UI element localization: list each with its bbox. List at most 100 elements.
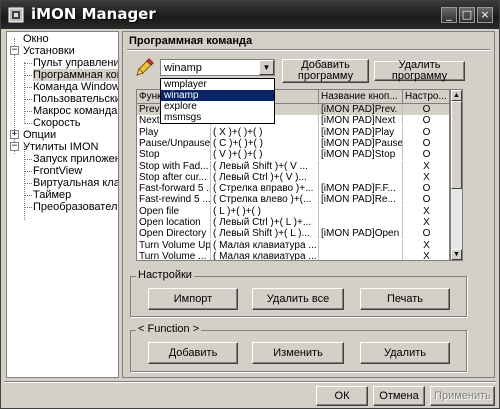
cell-setting: O: [403, 228, 449, 239]
delete-all-button[interactable]: Удалить все: [252, 288, 344, 310]
delete-function-button[interactable]: Удалить: [360, 342, 450, 364]
tree-item-settings[interactable]: Установки: [23, 45, 75, 57]
tree-line: [24, 207, 32, 208]
tree-item-frontview[interactable]: FrontView: [33, 165, 82, 177]
title-bar[interactable]: iMON Manager _ □ ×: [1, 1, 499, 29]
tree-item-program-command[interactable]: Программная команда: [33, 69, 118, 81]
settings-group-label: Настройки: [136, 269, 194, 281]
imon-app-icon: [8, 7, 24, 23]
tree-item-imon-utilities[interactable]: Утилиты IMON: [23, 141, 98, 153]
cell-function: Pause/Unpause: [139, 137, 211, 149]
cell-setting: X: [403, 240, 449, 251]
tree-line: [24, 63, 32, 64]
table-row[interactable]: Stop after cur...( Левый Ctrl )+( V )...…: [137, 171, 449, 183]
cell-button-name: [319, 217, 403, 228]
minimize-button[interactable]: _: [441, 7, 457, 23]
table-scrollbar[interactable]: ▲ ▼: [450, 89, 463, 261]
cancel-button[interactable]: Отмена: [373, 386, 425, 406]
tree-item-virtual-keyboard[interactable]: Виртуальная клав: [33, 177, 118, 189]
table-row[interactable]: Open file( L )+( )+( ) X: [137, 205, 449, 217]
chevron-down-icon[interactable]: ▼: [259, 60, 274, 75]
cell-button-name: [iMON PAD]Re...: [319, 194, 403, 206]
window-title: iMON Manager: [31, 5, 156, 23]
cell-function: Turn Volume ...: [137, 250, 211, 260]
table-row[interactable]: Fast-rewind 5 ...( Стрелка влево )+(...[…: [137, 194, 449, 206]
table-row[interactable]: Stop( V )+( )+( ) [iMON PAD]Stop O: [137, 149, 449, 161]
tree-item-window[interactable]: Окно: [23, 33, 49, 45]
cell-button-name: [iMON PAD]Next: [319, 115, 403, 127]
cell-function: Open Directory: [137, 228, 211, 240]
cell-function: Stop after cur...: [137, 171, 211, 183]
cell-button-name: [319, 239, 403, 251]
tree-item-options[interactable]: Опции: [23, 129, 56, 141]
table-row[interactable]: Open Directory( Левый Shift )+( L )... [i…: [137, 228, 449, 240]
column-header-setting[interactable]: Настро...: [403, 90, 449, 104]
table-row[interactable]: Open location( Левый Ctrl )+( L )+... X: [137, 217, 449, 228]
cell-button-name: [iMON PAD]Play: [319, 126, 403, 138]
tree-item-remote[interactable]: Пульт управления: [33, 57, 118, 69]
table-row[interactable]: Pause/Unpause( C )+( )+( ) [iMON PAD]Paus…: [137, 137, 449, 149]
cell-function: Stop: [137, 149, 211, 161]
tree-item-macro[interactable]: Макрос команда: [33, 105, 117, 117]
dropdown-option[interactable]: msmsgs: [161, 112, 274, 123]
apply-button[interactable]: Применить: [430, 386, 495, 406]
program-dropdown-list[interactable]: wmplayer winamp explore msmsgs: [160, 78, 275, 124]
maximize-button[interactable]: □: [459, 7, 475, 23]
cell-button-name: [319, 250, 403, 260]
print-button[interactable]: Печать: [360, 288, 450, 310]
imon-manager-window: iMON Manager _ □ × Окно − Установки Пуль…: [0, 0, 500, 409]
settings-tree[interactable]: Окно − Установки Пульт управления Програ…: [6, 31, 119, 378]
tree-line: [24, 87, 32, 88]
add-program-button[interactable]: Добавить программу: [282, 59, 369, 83]
table-row[interactable]: Stop with Fad...( Левый Shift )+( V ... X: [137, 160, 449, 172]
close-button[interactable]: ×: [477, 7, 493, 23]
table-row[interactable]: Turn Volume Up( Малая клавиатура ... X: [137, 239, 449, 251]
program-select[interactable]: winamp ▼: [160, 59, 275, 76]
dropdown-option[interactable]: explore: [161, 101, 274, 112]
cell-setting: X: [403, 251, 449, 260]
cell-key: ( Стрелка влево )+(...: [211, 194, 319, 206]
cell-function: Open location: [137, 217, 211, 228]
column-header-button-name[interactable]: Название кноп...: [319, 90, 403, 104]
cell-button-name: [iMON PAD]Open: [319, 228, 403, 240]
dropdown-option[interactable]: wmplayer: [161, 79, 274, 90]
cell-setting: O: [403, 194, 449, 205]
cell-key: ( Левый Ctrl )+( V )...: [211, 171, 319, 183]
tree-item-converter[interactable]: Преобразователь: [33, 201, 118, 213]
tree-item-user[interactable]: Пользовательские: [33, 93, 118, 105]
cell-key: ( X )+( )+( ): [211, 126, 319, 138]
tree-line: [24, 159, 32, 160]
tree-item-app-launcher[interactable]: Запуск приложен: [33, 153, 118, 165]
cell-button-name: [iMON PAD]Stop: [319, 149, 403, 161]
tree-line: [24, 62, 25, 122]
tree-line: [24, 75, 32, 76]
cell-setting: O: [403, 183, 449, 194]
remove-program-button[interactable]: Удалить программу: [374, 60, 465, 82]
tree-item-speed[interactable]: Скорость: [33, 117, 81, 129]
table-row[interactable]: Fast-forward 5 ...( Стрелка вправо )+...…: [137, 183, 449, 195]
cell-setting: X: [403, 172, 449, 183]
add-function-button[interactable]: Добавить: [148, 342, 238, 364]
collapse-icon[interactable]: −: [10, 142, 19, 151]
scroll-thumb[interactable]: [451, 101, 462, 189]
tree-item-windows-command[interactable]: Команда Windows: [33, 81, 118, 93]
expand-icon[interactable]: +: [10, 130, 19, 139]
cell-function: Turn Volume Up: [139, 239, 211, 251]
import-button[interactable]: Импорт: [148, 288, 238, 310]
cell-button-name: [iMON PAD]Pause: [321, 137, 403, 149]
change-function-button[interactable]: Изменить: [252, 342, 344, 364]
cell-key: ( Левый Shift )+( V ...: [211, 160, 319, 172]
footer-divider: [4, 381, 496, 383]
tree-item-timer[interactable]: Таймер: [33, 189, 71, 201]
collapse-icon[interactable]: −: [10, 46, 19, 55]
ok-button[interactable]: ОК: [316, 386, 368, 406]
cell-key: ( V )+( )+( ): [211, 149, 319, 161]
scroll-up-icon[interactable]: ▲: [451, 90, 462, 101]
scroll-down-icon[interactable]: ▼: [451, 249, 462, 260]
program-select-value: winamp: [164, 62, 202, 74]
table-row[interactable]: Play( X )+( )+( ) [iMON PAD]Play O: [137, 126, 449, 138]
table-row[interactable]: Turn Volume ...( Малая клавиатура ... X: [137, 250, 449, 260]
tree-line: [24, 195, 32, 196]
dropdown-option-selected[interactable]: winamp: [161, 90, 274, 101]
cell-setting: X: [403, 217, 449, 228]
